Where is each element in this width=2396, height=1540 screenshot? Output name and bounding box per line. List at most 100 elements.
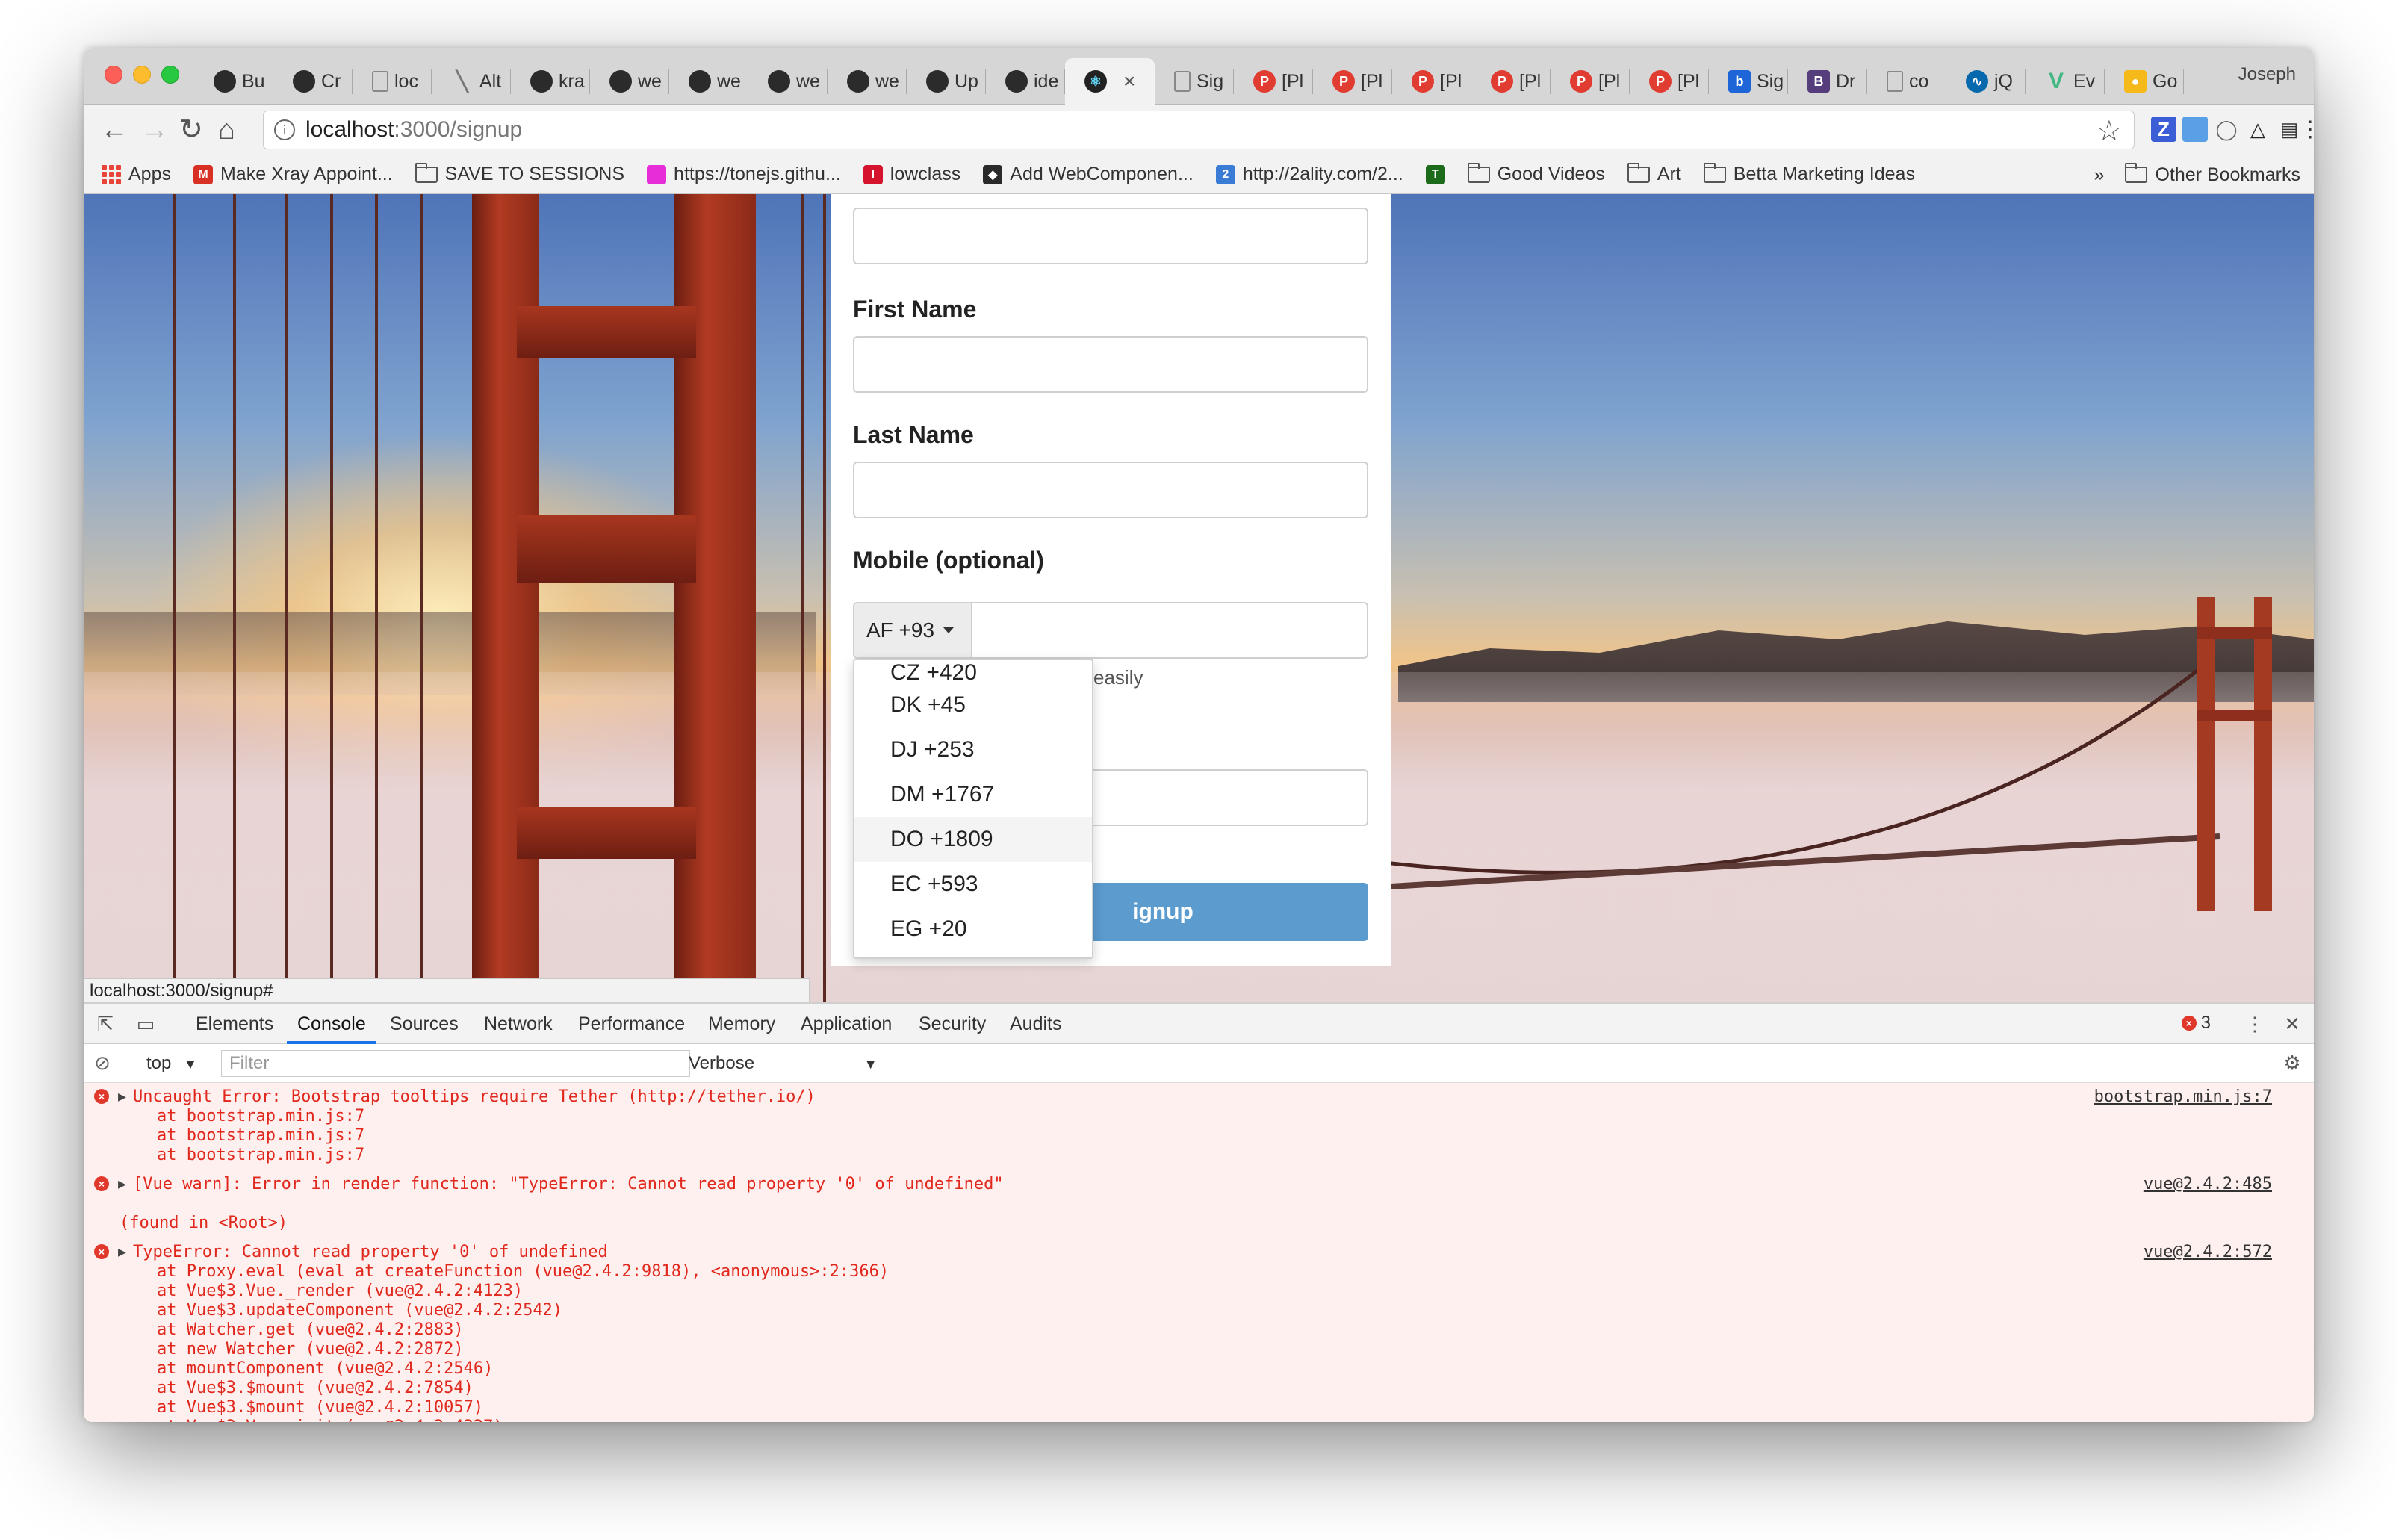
devtools-tab-application[interactable]: Application [801, 1004, 892, 1044]
devtools-tab-memory[interactable]: Memory [708, 1004, 775, 1044]
browser-tab[interactable]: P [Pl [1313, 58, 1392, 105]
browser-tab[interactable]: Up [907, 58, 986, 105]
browser-tab[interactable]: P [Pl [1392, 58, 1471, 105]
devtools-tab-elements[interactable]: Elements [196, 1004, 273, 1044]
devtools-tab-console[interactable]: Console [287, 1004, 376, 1044]
browser-tab[interactable]: loc [353, 58, 432, 105]
expand-triangle-icon[interactable]: ▶ [118, 1243, 126, 1262]
last-name-input[interactable] [853, 462, 1368, 518]
console-line[interactable]: at bootstrap.min.js:7 [133, 1107, 2314, 1126]
zotero-extension-icon[interactable]: Z [2151, 117, 2176, 142]
devtools-tab-performance[interactable]: Performance [578, 1004, 685, 1044]
other-bookmarks[interactable]: Other Bookmarks [2125, 163, 2300, 186]
bookmark-item[interactable]: M Make Xray Appoint... [193, 164, 393, 185]
browser-tab[interactable]: Bu [194, 58, 273, 105]
browser-tab[interactable]: P [Pl [1551, 58, 1630, 105]
close-window-button[interactable] [105, 66, 122, 84]
device-toolbar-icon[interactable]: ▭ [134, 1013, 157, 1035]
browser-tab[interactable]: b Sig [1709, 58, 1788, 105]
home-icon[interactable]: ⌂ [218, 114, 235, 146]
country-code-option[interactable]: EC +593 [854, 862, 1092, 907]
bookmark-item[interactable]: ◆ Add WebComponen... [983, 164, 1194, 185]
browser-tab[interactable]: P [Pl [1471, 58, 1551, 105]
context-select[interactable]: top ▼ [146, 1053, 197, 1074]
bookmark-item[interactable]: Betta Marketing Ideas [1703, 162, 1915, 185]
console-source-link[interactable]: bootstrap.min.js:7 [2094, 1087, 2272, 1107]
browser-tab[interactable]: kra [511, 58, 590, 105]
country-code-option[interactable]: DK +45 [854, 683, 1092, 727]
lightbulb-extension-icon[interactable]: ◯ [2214, 117, 2239, 142]
country-code-option[interactable]: DO +1809 [854, 817, 1092, 862]
console-settings-gear-icon[interactable]: ⚙ [2281, 1052, 2303, 1074]
browser-tab[interactable]: V Ev [2026, 58, 2105, 105]
console-error-message[interactable]: × ▶ TypeError: Cannot read property '0' of… [84, 1238, 2314, 1422]
browser-tab[interactable]: co [1867, 58, 1946, 105]
browser-tab[interactable]: we [669, 58, 748, 105]
browser-tab[interactable]: B Dr [1788, 58, 1867, 105]
browser-tab[interactable]: we [828, 58, 907, 105]
first-name-input[interactable] [853, 336, 1368, 393]
browser-tab[interactable]: we [590, 58, 669, 105]
clear-console-icon[interactable]: ⊘ [91, 1052, 114, 1074]
email-input[interactable] [853, 208, 1368, 264]
console-line[interactable]: at new Watcher (vue@2.4.2:2872) [133, 1340, 2314, 1359]
console-filter-input[interactable]: Filter [221, 1050, 690, 1077]
browser-tab[interactable]: Sig [1155, 58, 1234, 105]
console-error-message[interactable]: × ▶ [Vue warn]: Error in render function: … [84, 1170, 2314, 1238]
bookmark-item[interactable]: Art [1627, 162, 1681, 185]
log-level-select[interactable]: Verbose ▼ [689, 1053, 878, 1074]
country-code-option[interactable]: DM +1767 [854, 772, 1092, 817]
bookmark-item[interactable]: 2 http://2ality.com/2... [1215, 164, 1403, 185]
devtools-tab-audits[interactable]: Audits [1010, 1004, 1061, 1044]
bookmark-star-icon[interactable]: ☆ [2096, 114, 2122, 148]
console-line[interactable]: at Vue$3.Vue._init (vue@2.4.2:4227) [133, 1418, 2314, 1422]
bookmark-item[interactable]: SAVE TO SESSIONS [415, 162, 624, 185]
console-line[interactable]: at Vue$3.Vue._render (vue@2.4.2:4123) [133, 1282, 2314, 1301]
expand-triangle-icon[interactable]: ▶ [118, 1087, 126, 1107]
maximize-window-button[interactable] [161, 66, 179, 84]
inspect-element-icon[interactable]: ⇱ [94, 1013, 117, 1035]
bookmark-item[interactable]: Good Videos [1467, 162, 1605, 185]
browser-tab[interactable]: ⚛ × [1065, 58, 1155, 105]
bookmark-item[interactable]: Ilowclass [863, 164, 960, 185]
devtools-menu-icon[interactable]: ⋮ [2244, 1013, 2266, 1035]
devtools-tab-network[interactable]: Network [484, 1004, 553, 1044]
bookmark-item[interactable]: https://tonejs.githu... [647, 164, 841, 185]
browser-tab[interactable]: ∿ jQ [1946, 58, 2026, 105]
console-line[interactable]: at Vue$3.updateComponent (vue@2.4.2:2542… [133, 1301, 2314, 1320]
console-source-link[interactable]: vue@2.4.2:485 [2144, 1175, 2272, 1194]
country-code-option[interactable]: EG +20 [854, 907, 1092, 951]
browser-tab[interactable]: ╲ Alt [432, 58, 511, 105]
browser-tab[interactable]: P [Pl [1630, 58, 1709, 105]
country-code-select[interactable]: AF +93 [854, 603, 972, 657]
country-code-option[interactable]: DJ +253 [854, 727, 1092, 772]
bookmarks-overflow-chevron[interactable]: » [2094, 164, 2105, 186]
console-source-link[interactable]: vue@2.4.2:572 [2144, 1243, 2272, 1262]
browser-tab[interactable]: Cr [273, 58, 353, 105]
console-line[interactable]: at bootstrap.min.js:7 [133, 1126, 2314, 1146]
address-bar[interactable]: i localhost:3000/signup ☆ [263, 111, 2135, 149]
browser-tab[interactable]: ide [986, 58, 1065, 105]
triangle-extension-icon[interactable]: △ [2245, 117, 2271, 142]
mobile-input-group[interactable]: AF +93 [853, 602, 1368, 659]
browser-tab[interactable]: P [Pl [1234, 58, 1313, 105]
devtools-tab-sources[interactable]: Sources [390, 1004, 459, 1044]
console-line[interactable]: at mountComponent (vue@2.4.2:2546) [133, 1359, 2314, 1379]
expand-triangle-icon[interactable]: ▶ [118, 1175, 126, 1194]
devtools-tab-security[interactable]: Security [919, 1004, 986, 1044]
close-tab-icon[interactable]: × [1123, 69, 1135, 93]
console-line[interactable]: at Proxy.eval (eval at createFunction (v… [133, 1262, 2314, 1282]
error-counter[interactable]: × 3 [2181, 1013, 2211, 1034]
browser-tab[interactable]: ● Go [2105, 58, 2184, 105]
browser-tab[interactable]: we [748, 58, 828, 105]
extension-window-icon[interactable] [2182, 117, 2208, 142]
forward-arrow-icon[interactable]: → [140, 114, 169, 146]
info-icon[interactable]: i [274, 119, 295, 140]
minimize-window-button[interactable] [133, 66, 151, 84]
close-devtools-icon[interactable]: ✕ [2281, 1013, 2303, 1035]
console-line[interactable]: at Watcher.get (vue@2.4.2:2883) [133, 1320, 2314, 1340]
bookmark-item[interactable]: T [1425, 164, 1445, 184]
console-line[interactable]: at Vue$3.$mount (vue@2.4.2:7854) [133, 1379, 2314, 1398]
reload-icon[interactable]: ↻ [179, 114, 203, 146]
country-code-option[interactable]: CZ +420 [854, 660, 1092, 685]
